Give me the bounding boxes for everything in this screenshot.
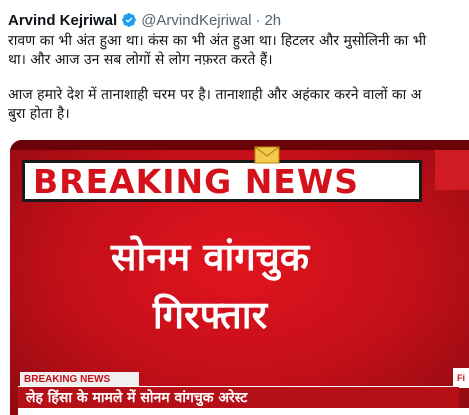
headline-line-2: गिरफ्तार	[152, 293, 268, 337]
timestamp[interactable]: 2h	[264, 12, 281, 29]
envelope-icon	[254, 145, 280, 165]
ticker-bottom-strip	[18, 408, 469, 415]
verified-badge-icon	[121, 12, 137, 28]
ticker-text: लेह हिंसा के मामले में सोनम वांगचुक अरेस…	[26, 390, 248, 406]
user-handle[interactable]: @ArvindKejriwal	[141, 12, 251, 29]
tweet-text-line: था। और आज उन सब लोगों से लोग नफ़रत करते …	[8, 52, 273, 68]
channel-tag: Fi	[453, 368, 469, 388]
media-top-strip	[10, 140, 469, 150]
news-ticker: लेह हिंसा के मामले में सोनम वांगचुक अरेस…	[18, 386, 459, 408]
media-right-panel	[435, 150, 469, 190]
tweet-text-line: बुरा होता है।	[8, 106, 70, 122]
separator-dot: ·	[255, 11, 261, 29]
tweet-text-line: आज हमारे देश में तानाशाही चरम पर है। तान…	[8, 87, 422, 103]
display-name[interactable]: Arvind Kejriwal	[8, 12, 117, 29]
tweet-header: Arvind Kejriwal @ArvindKejriwal · 2h	[8, 10, 281, 30]
headline-line-1: सोनम वांगचुक	[110, 235, 310, 279]
ticker-label: BREAKING NEWS	[20, 372, 139, 386]
tweet[interactable]: Arvind Kejriwal @ArvindKejriwal · 2h राव…	[0, 0, 469, 415]
tweet-text: रावण का भी अंत हुआ था। कंस का भी अंत हुआ…	[8, 32, 469, 124]
breaking-news-banner: BREAKING NEWS	[22, 160, 422, 202]
tweet-text-line: रावण का भी अंत हुआ था। कंस का भी अंत हुआ…	[8, 33, 427, 49]
news-headline: सोनम वांगचुक गिरफ्तार	[10, 228, 410, 344]
breaking-news-banner-text: BREAKING NEWS	[33, 161, 360, 201]
tweet-media-image[interactable]: BREAKING NEWS सोनम वांगचुक गिरफ्तार BREA…	[10, 140, 469, 415]
